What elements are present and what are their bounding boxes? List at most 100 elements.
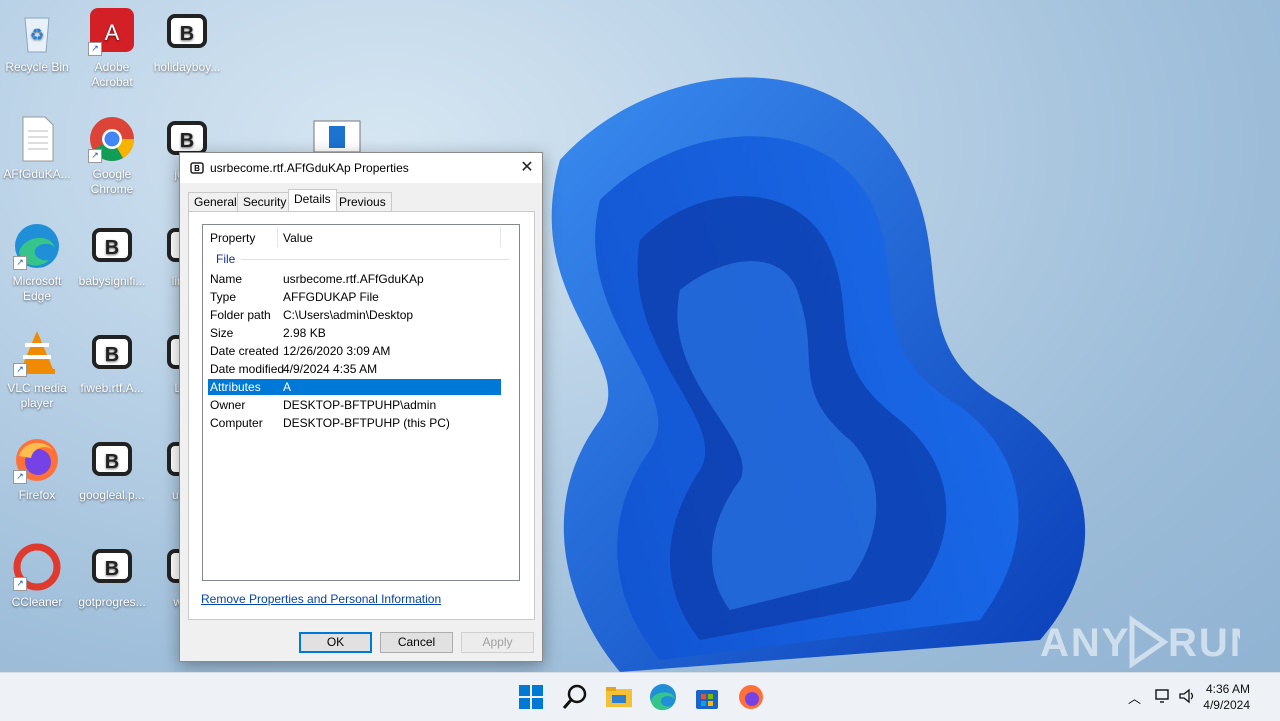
clock[interactable]: 4:36 AM 4/9/2024	[1203, 681, 1250, 713]
property-value: 4/9/2024 4:35 AM	[283, 362, 378, 376]
chrome-icon: ↗	[88, 115, 136, 163]
desktop-icon-label: Recycle Bin	[5, 60, 69, 74]
desktop-icon-label: Microsoft Edge	[12, 274, 62, 303]
network-icon[interactable]	[1154, 687, 1172, 708]
desktop-icon-label: gotprogres...	[78, 595, 146, 609]
desktop-icon-googleal[interactable]: B googleal.p...	[76, 436, 148, 503]
property-row-name[interactable]: Name usrbecome.rtf.AFfGduKAp	[208, 271, 501, 287]
shortcut-arrow-icon: ↗	[13, 470, 27, 484]
property-key: Type	[210, 290, 237, 304]
svg-text:B: B	[105, 451, 119, 473]
property-key: Date modified	[210, 362, 285, 376]
cancel-button[interactable]: Cancel	[380, 632, 453, 653]
property-list[interactable]: Property Value File Name usrbecome.rtf.AF…	[202, 224, 520, 581]
anyrun-logo: ANY RUN	[1040, 615, 1259, 669]
system-tray: ︿	[1120, 673, 1210, 721]
column-header-value[interactable]: Value	[283, 231, 313, 245]
details-panel: Property Value File Name usrbecome.rtf.AF…	[188, 211, 535, 620]
desktop-icon-label: googleal.p...	[79, 488, 145, 502]
tab-details[interactable]: Details	[288, 189, 337, 211]
ok-button[interactable]: OK	[299, 632, 372, 653]
property-value: DESKTOP-BFTPUHP (this PC)	[283, 416, 450, 430]
property-value: usrbecome.rtf.AFfGduKAp	[283, 272, 424, 286]
desktop-icon-holidayboy[interactable]: B holidayboy...	[151, 8, 223, 75]
tab-general[interactable]: General	[188, 192, 243, 211]
volume-icon[interactable]	[1178, 687, 1196, 708]
file-icon: B	[88, 543, 136, 591]
tab-previous-versions[interactable]: Previous Versions	[333, 192, 392, 227]
property-value: DESKTOP-BFTPUHP\admin	[283, 398, 437, 412]
desktop-icon-label: fiweb.rtf.A...	[80, 381, 144, 395]
desktop-icon-label: AFfGduKA...	[3, 167, 71, 181]
desktop-icon-firefox[interactable]: ↗ Firefox	[1, 436, 73, 503]
desktop-icon-label: VLC media player	[7, 381, 67, 410]
shortcut-arrow-icon: ↗	[13, 577, 27, 591]
apply-button[interactable]: Apply	[461, 632, 534, 653]
dialog-title: usrbecome.rtf.AFfGduKAp Properties	[210, 161, 409, 175]
property-key: Date created	[210, 344, 279, 358]
clock-date: 4/9/2024	[1203, 698, 1250, 712]
close-icon[interactable]: ✕	[512, 153, 542, 183]
svg-text:A: A	[105, 20, 120, 45]
start-icon[interactable]	[515, 681, 547, 713]
remove-properties-link[interactable]: Remove Properties and Personal Informati…	[201, 592, 441, 606]
property-key: Folder path	[210, 308, 271, 322]
desktop-icon-recycle-bin[interactable]: ♻ Recycle Bin	[1, 8, 73, 75]
property-key: Owner	[210, 398, 246, 412]
column-divider[interactable]	[500, 227, 501, 247]
property-row-computer[interactable]: Computer DESKTOP-BFTPUHP (this PC)	[208, 415, 501, 431]
column-divider[interactable]	[277, 227, 278, 247]
svg-text:B: B	[194, 164, 200, 173]
file-icon: B	[88, 222, 136, 270]
group-header-file: File	[216, 252, 236, 266]
desktop-icon-affgduka[interactable]: AFfGduKA...	[1, 115, 73, 182]
property-row-type[interactable]: Type AFFGDUKAP File	[208, 289, 501, 305]
shortcut-arrow-icon: ↗	[13, 256, 27, 270]
document-icon[interactable]	[313, 120, 361, 153]
property-row-attributes[interactable]: Attributes A	[208, 379, 501, 395]
property-row-owner[interactable]: Owner DESKTOP-BFTPUHP\admin	[208, 397, 501, 413]
desktop-icon-babysignifi[interactable]: B babysignifi...	[76, 222, 148, 289]
dialog-titlebar[interactable]: B usrbecome.rtf.AFfGduKAp Properties ✕	[180, 153, 542, 183]
svg-text:B: B	[180, 23, 194, 45]
desktop-icon-label: CCleaner	[11, 595, 63, 609]
property-key: Computer	[210, 416, 263, 430]
property-row-size[interactable]: Size 2.98 KB	[208, 325, 501, 341]
svg-text:RUN: RUN	[1168, 621, 1240, 665]
desktop-icon-fiweb[interactable]: B fiweb.rtf.A...	[76, 329, 148, 396]
property-row-folder-path[interactable]: Folder path C:\Users\admin\Desktop	[208, 307, 501, 323]
svg-text:ANY: ANY	[1040, 621, 1130, 665]
svg-text:B: B	[105, 237, 119, 259]
property-row-date-modified[interactable]: Date modified 4/9/2024 4:35 AM	[208, 361, 501, 377]
firefox-icon: ↗	[13, 436, 61, 484]
svg-text:B: B	[105, 558, 119, 580]
desktop-icon-gotprogres[interactable]: B gotprogres...	[76, 543, 148, 610]
property-key: Attributes	[210, 380, 261, 394]
tab-security[interactable]: Security	[237, 192, 293, 211]
chevron-up-icon[interactable]: ︿	[1128, 688, 1141, 707]
desktop-icon-ccleaner[interactable]: ↗ CCleaner	[1, 543, 73, 610]
list-header: Property Value	[203, 225, 519, 249]
shortcut-arrow-icon: ↗	[13, 363, 27, 377]
search-icon[interactable]	[559, 681, 591, 713]
file-explorer-icon[interactable]	[603, 681, 635, 713]
properties-dialog: B usrbecome.rtf.AFfGduKAp Properties ✕ G…	[179, 152, 543, 662]
anyrun-watermark: ANY RUN	[1040, 608, 1259, 672]
desktop-icon-microsoft-edge[interactable]: ↗ Microsoft Edge	[1, 222, 73, 304]
property-key: Name	[210, 272, 243, 286]
svg-text:B: B	[180, 130, 194, 152]
firefox-icon[interactable]	[735, 681, 767, 713]
adobe-acrobat-icon: A ↗	[88, 8, 136, 56]
column-header-property[interactable]: Property	[210, 231, 255, 245]
store-icon[interactable]	[691, 681, 723, 713]
property-value: C:\Users\admin\Desktop	[283, 308, 414, 322]
desktop-icon-adobe-acrobat[interactable]: A ↗ Adobe Acrobat	[76, 8, 148, 90]
desktop-icon-google-chrome[interactable]: ↗ Google Chrome	[76, 115, 148, 197]
desktop-icon-label: holidayboy...	[153, 60, 221, 74]
desktop-icon-label: Google Chrome	[90, 167, 134, 196]
file-icon: B	[88, 436, 136, 484]
desktop-icon-vlc[interactable]: ↗ VLC media player	[1, 329, 73, 411]
edge-icon[interactable]	[647, 681, 679, 713]
svg-text:B: B	[105, 344, 119, 366]
property-row-date-created[interactable]: Date created 12/26/2020 3:09 AM	[208, 343, 501, 359]
